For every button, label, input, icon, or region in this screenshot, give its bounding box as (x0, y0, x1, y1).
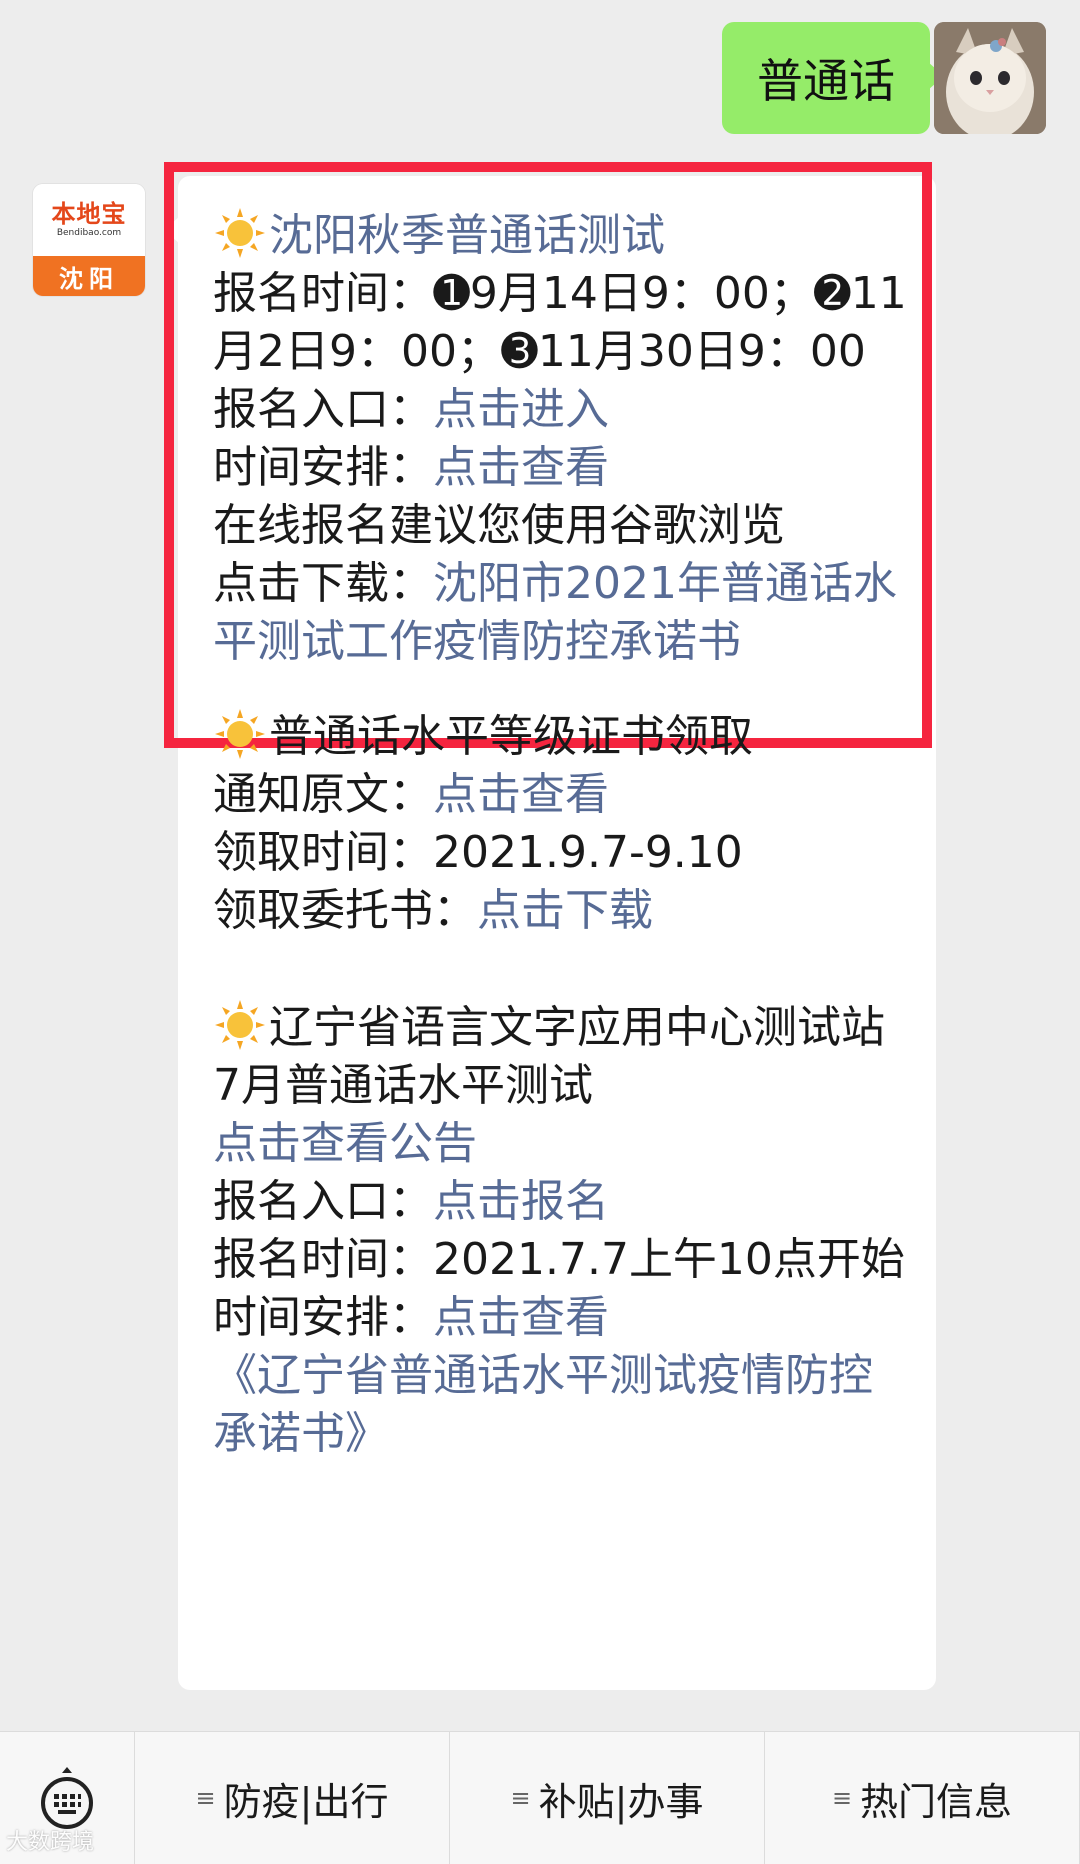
schedule-label: 时间安排： (213, 1292, 433, 1343)
bot-avatar-domain: Bendibao.com (56, 228, 122, 238)
notice-line: 通知原文：点击查看 (213, 766, 913, 824)
entry-label: 报名入口： (213, 1176, 433, 1227)
section-title-line: 辽宁省语言文字应用中心测试站 (213, 998, 913, 1057)
section-subtitle: 7月普通话水平测试 (213, 1060, 593, 1111)
proxy-line: 领取委托书：点击下载 (213, 882, 913, 940)
signup-time-line: 报名时间：2021.7.7上午10点开始 (213, 1231, 913, 1289)
entry-label: 报名入口： (213, 384, 433, 435)
user-message-bubble[interactable]: 普通话 (722, 22, 944, 134)
menu-item-label: 热门信息 (860, 1779, 1013, 1824)
section-certificate: 普通话水平等级证书领取 通知原文：点击查看 领取时间：2021.9.7-9.10… (213, 707, 913, 940)
pickup-time-value: 2021.9.7-9.10 (433, 827, 743, 878)
signup-time-label: 报名时间： (213, 1234, 433, 1285)
watermark: 大数跨境 (6, 1830, 95, 1855)
schedule-line: 时间安排：点击查看 (213, 439, 913, 497)
bot-avatar[interactable]: 本地宝 Bendibao.com 沈阳 (33, 184, 145, 296)
menu-list-icon: ≡ (831, 1784, 853, 1812)
section-autumn-test: 沈阳秋季普通话测试 报名时间：➊9月14日9：00；➋11月2日9：00；➌11… (213, 206, 913, 671)
pickup-time-label: 领取时间： (213, 827, 433, 878)
sun-icon (213, 998, 267, 1052)
signup-time-label: 报名时间： (213, 268, 433, 319)
bot-message-content: 沈阳秋季普通话测试 报名时间：➊9月14日9：00；➋11月2日9：00；➌11… (213, 206, 913, 1463)
circled-number-1: ➊ (433, 268, 470, 319)
entry-line: 报名入口：点击进入 (213, 381, 913, 439)
bottom-menu-bar: ≡ 防疫|出行 ≡ 补贴|办事 ≡ 热门信息 大数跨境 (0, 1731, 1080, 1864)
menu-list-icon: ≡ (195, 1784, 216, 1812)
signup-time-value-1: 9月14日9：00； (469, 268, 814, 319)
schedule-line: 时间安排：点击查看 (213, 1289, 913, 1347)
bot-avatar-logo: 本地宝 Bendibao.com (33, 184, 145, 256)
menu-item-hot-info[interactable]: ≡ 热门信息 (765, 1732, 1080, 1864)
user-message-row: 普通话 (0, 22, 1080, 140)
user-avatar[interactable] (934, 22, 1046, 134)
signup-time-line: 报名时间：➊9月14日9：00；➋11月2日9：00；➌11月30日9：00 (213, 265, 913, 381)
circled-number-3: ➌ (500, 326, 538, 377)
kitten-photo-icon (934, 22, 1046, 134)
section-title-line: 沈阳秋季普通话测试 (213, 206, 913, 265)
bot-avatar-brand: 本地宝 (51, 200, 127, 228)
proxy-label: 领取委托书： (213, 885, 477, 936)
menu-list-icon: ≡ (510, 1784, 531, 1812)
sun-icon (213, 206, 267, 260)
signup-time-value: 2021.7.7上午10点开始 (433, 1234, 905, 1285)
section-title: 普通话水平等级证书领取 (269, 711, 753, 762)
keyboard-icon (41, 1767, 93, 1829)
pledge-link[interactable]: 《辽宁省普通话水平测试疫情防控承诺书》 (213, 1347, 913, 1463)
circled-number-2: ➋ (813, 268, 851, 319)
notice-label: 通知原文： (213, 769, 433, 820)
download-label: 点击下载： (213, 558, 433, 609)
menu-item-label: 防疫|出行 (223, 1779, 389, 1824)
entry-line: 报名入口：点击报名 (213, 1173, 913, 1231)
notice-link[interactable]: 点击查看 (433, 769, 609, 820)
proxy-link[interactable]: 点击下载 (477, 885, 653, 936)
section-title-line: 普通话水平等级证书领取 (213, 707, 913, 766)
schedule-link[interactable]: 点击查看 (433, 1292, 609, 1343)
user-message-text: 普通话 (757, 54, 895, 108)
schedule-label: 时间安排： (213, 442, 433, 493)
menu-item-subsidy-affairs[interactable]: ≡ 补贴|办事 (450, 1732, 765, 1864)
menu-item-epidemic-travel[interactable]: ≡ 防疫|出行 (135, 1732, 450, 1864)
section-title: 辽宁省语言文字应用中心测试站 (269, 1002, 885, 1053)
entry-link[interactable]: 点击报名 (433, 1176, 609, 1227)
download-line: 点击下载：沈阳市2021年普通话水平测试工作疫情防控承诺书 (213, 555, 913, 671)
signup-time-value-3: 11月30日9：00 (537, 326, 866, 377)
announce-link[interactable]: 点击查看公告 (213, 1115, 913, 1173)
schedule-link[interactable]: 点击查看 (433, 442, 609, 493)
pickup-time-line: 领取时间：2021.9.7-9.10 (213, 824, 913, 882)
browser-tip: 在线报名建议您使用谷歌浏览 (213, 500, 785, 551)
sun-icon (213, 707, 267, 761)
menu-item-label: 补贴|办事 (538, 1779, 704, 1824)
entry-link[interactable]: 点击进入 (433, 384, 609, 435)
section-liaoning-center: 辽宁省语言文字应用中心测试站 7月普通话水平测试 点击查看公告 报名入口：点击报… (213, 998, 913, 1463)
bot-avatar-city: 沈阳 (33, 256, 145, 296)
section-title[interactable]: 沈阳秋季普通话测试 (269, 210, 665, 261)
